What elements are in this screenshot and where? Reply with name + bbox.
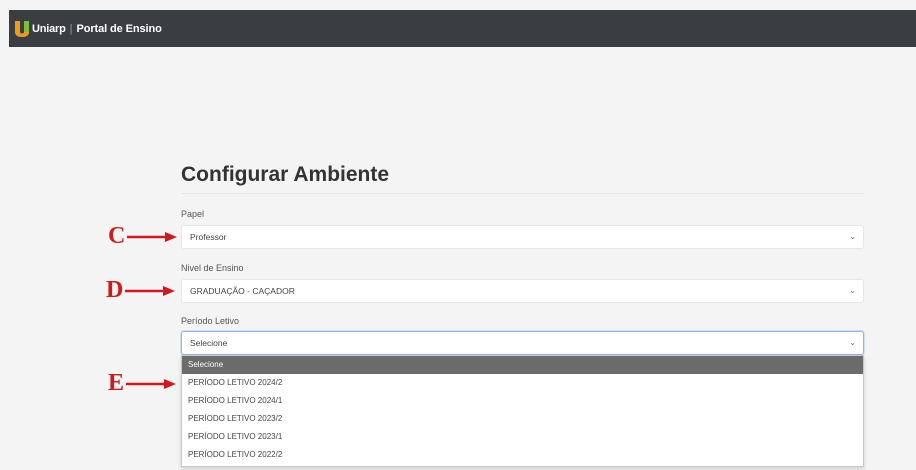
nivel-ensino-select-value: GRADUAÇÃO - CAÇADOR: [190, 286, 295, 296]
annotation-letter-e: E: [108, 370, 125, 396]
dropdown-option[interactable]: PERÍODO LETIVO 2023/1: [182, 428, 863, 446]
periodo-letivo-dropdown-list[interactable]: Selecione PERÍODO LETIVO 2024/2 PERÍODO …: [181, 355, 864, 467]
annotation-d: D: [106, 277, 176, 304]
dropdown-option[interactable]: PERÍODO LETIVO 2024/2: [182, 374, 863, 392]
papel-select-value: Professor: [190, 232, 227, 242]
arrow-right-icon: [126, 378, 177, 389]
title-divider: [181, 193, 864, 194]
annotation-e: E: [108, 370, 177, 397]
brand-divider: |: [69, 22, 73, 35]
brand-name[interactable]: Uniarp: [32, 23, 66, 35]
uniarp-logo-icon[interactable]: [15, 20, 29, 37]
papel-select[interactable]: Professor ⌄: [181, 225, 864, 249]
arrow-right-icon: [125, 285, 176, 296]
dropdown-option[interactable]: PERÍODO LETIVO 2024/1: [182, 392, 863, 410]
annotation-letter-c: C: [108, 223, 126, 249]
periodo-letivo-select[interactable]: Selecione ⌄: [181, 331, 864, 355]
top-navbar: Uniarp | Portal de Ensino: [9, 10, 916, 47]
page-title: Configurar Ambiente: [181, 163, 390, 186]
arrow-right-icon: [127, 231, 178, 242]
chevron-down-icon: ⌄: [849, 286, 856, 296]
periodo-letivo-label: Período Letivo: [181, 316, 240, 326]
dropdown-option[interactable]: PERÍODO LETIVO 2023/2: [182, 410, 863, 428]
page: Uniarp | Portal de Ensino Configurar Amb…: [0, 0, 916, 470]
dropdown-option[interactable]: Selecione: [182, 356, 863, 374]
chevron-down-icon: ⌄: [849, 338, 856, 348]
nivel-ensino-label: Nivel de Ensino: [181, 263, 244, 273]
portal-title: Portal de Ensino: [76, 22, 162, 35]
nivel-ensino-select[interactable]: GRADUAÇÃO - CAÇADOR ⌄: [181, 279, 864, 303]
annotation-letter-d: D: [106, 277, 124, 303]
chevron-down-icon: ⌄: [849, 232, 856, 242]
dropdown-option[interactable]: PERÍODO LETIVO 2022/2: [182, 446, 863, 464]
annotation-c: C: [108, 223, 178, 250]
papel-label: Papel: [181, 209, 205, 219]
periodo-letivo-select-value: Selecione: [190, 338, 228, 348]
